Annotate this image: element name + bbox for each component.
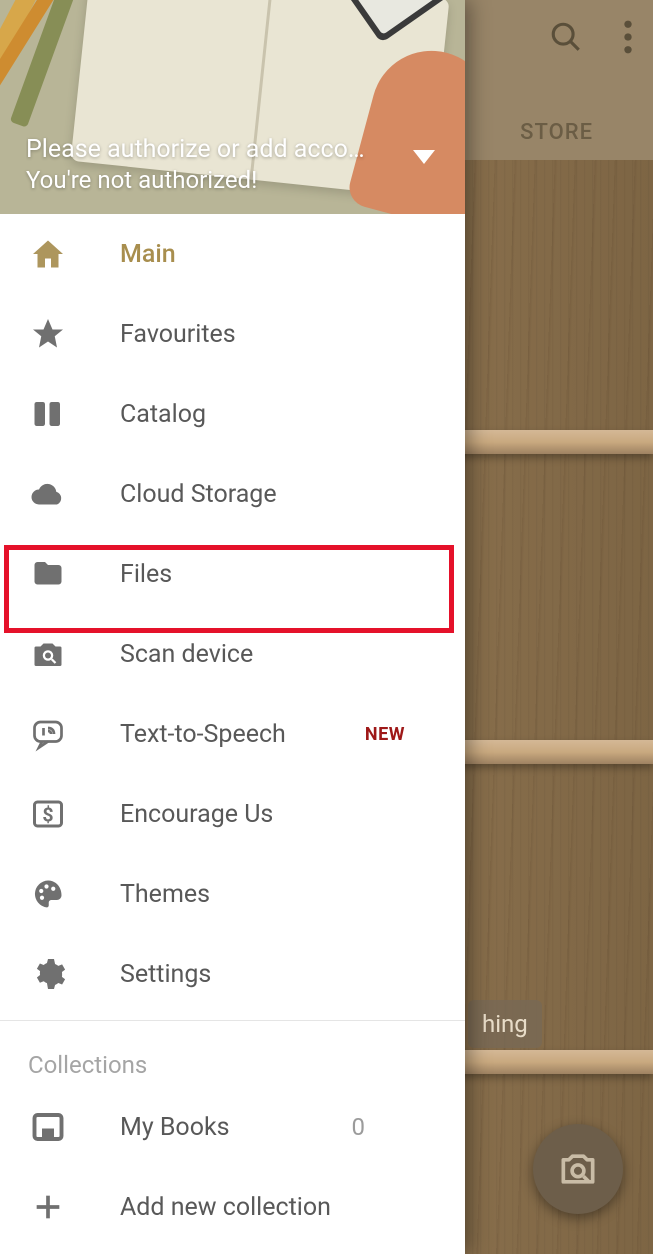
menu-label: Favourites [120,320,236,349]
auth-prompt-line1: Please authorize or add acco… [26,135,395,164]
menu-label: Files [120,560,172,589]
auth-prompt-line2: You're not authorized! [26,166,395,194]
chevron-down-icon[interactable] [413,150,435,164]
menu-item-text-to-speech[interactable]: Text-to-Speech NEW [0,694,465,774]
menu-item-settings[interactable]: Settings [0,934,465,1014]
menu-label: Add new collection [120,1193,331,1222]
dollar-icon: $ [28,794,68,834]
collections-section-title: Collections [0,1027,465,1087]
tab-store[interactable]: STORE [520,120,593,145]
menu-label: Catalog [120,400,206,429]
menu-label: Encourage Us [120,800,273,829]
menu-item-themes[interactable]: Themes [0,854,465,934]
navigation-drawer: Please authorize or add acco… You're not… [0,0,465,1254]
speech-icon [28,714,68,754]
menu-item-cloud-storage[interactable]: Cloud Storage [0,454,465,534]
camera-search-icon [28,634,68,674]
palette-icon [28,874,68,914]
camera-search-icon [556,1147,600,1191]
menu-item-files[interactable]: Files [0,534,465,614]
scan-fab[interactable] [533,1124,623,1214]
drawer-header[interactable]: Please authorize or add acco… You're not… [0,0,465,214]
home-icon [28,234,68,274]
gear-icon [28,954,68,994]
hint-bubble: hing [468,1000,542,1048]
menu-item-main[interactable]: Main [0,214,465,294]
menu-label: Main [120,240,176,269]
cloud-icon [28,474,68,514]
menu-label: Cloud Storage [120,480,277,509]
menu-item-scan-device[interactable]: Scan device [0,614,465,694]
menu-label: Text-to-Speech [120,720,286,749]
more-icon[interactable] [623,20,633,54]
drawer-list: Main Favourites Catalog Cloud Storage Fi [0,214,465,1254]
star-icon [28,314,68,354]
menu-item-favourites[interactable]: Favourites [0,294,465,374]
svg-text:$: $ [42,804,53,827]
collection-count: 0 [352,1113,366,1141]
inbox-icon [28,1107,68,1147]
plus-icon [28,1187,68,1227]
collection-item-my-books[interactable]: My Books 0 [0,1087,465,1167]
new-badge: NEW [365,724,405,745]
search-icon[interactable] [549,20,583,54]
divider [0,1020,465,1021]
collection-item-add-new[interactable]: Add new collection [0,1167,465,1247]
menu-item-encourage-us[interactable]: $ Encourage Us [0,774,465,854]
menu-label: Settings [120,960,211,989]
menu-label: Themes [120,880,210,909]
menu-item-catalog[interactable]: Catalog [0,374,465,454]
menu-label: My Books [120,1113,230,1142]
menu-label: Scan device [120,640,253,669]
folder-icon [28,554,68,594]
books-icon [28,394,68,434]
